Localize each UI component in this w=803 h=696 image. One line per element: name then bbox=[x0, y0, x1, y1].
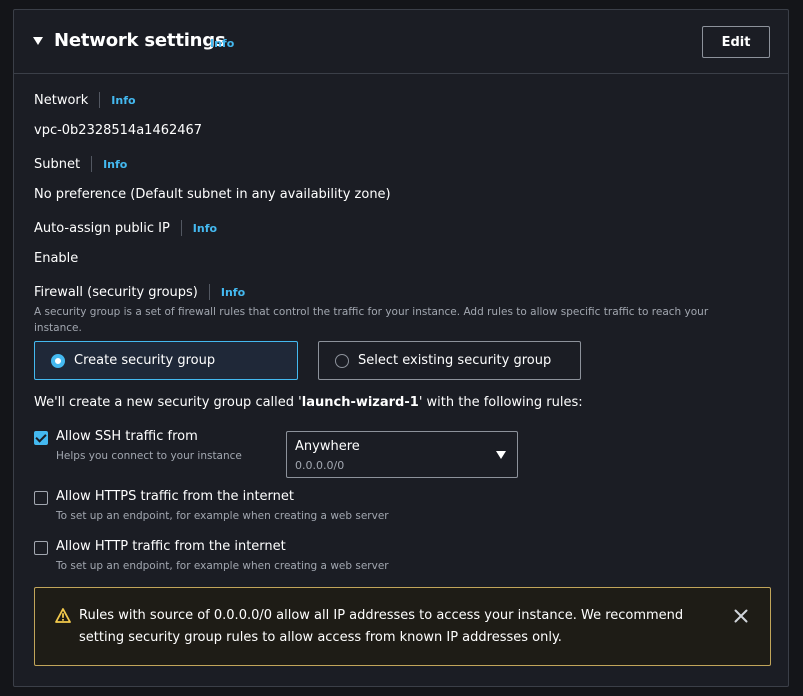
security-group-intro: We'll create a new security group called… bbox=[34, 395, 583, 410]
warning-alert: Rules with source of 0.0.0.0/0 allow all… bbox=[34, 587, 771, 666]
firewall-label-row: Firewall (security groups) Info bbox=[34, 284, 245, 300]
divider bbox=[180, 220, 182, 236]
divider bbox=[99, 92, 101, 108]
collapse-caret-icon[interactable] bbox=[33, 37, 43, 45]
auto-ip-label-row: Auto-assign public IP Info bbox=[34, 220, 217, 236]
firewall-info-link[interactable]: Info bbox=[221, 286, 245, 299]
intro-prefix: We'll create a new security group called… bbox=[34, 395, 302, 410]
warning-icon bbox=[55, 608, 71, 627]
panel-header: Network settings Info Edit bbox=[14, 10, 788, 74]
auto-ip-value: Enable bbox=[34, 251, 79, 266]
https-rule-hint: To set up an endpoint, for example when … bbox=[56, 510, 389, 522]
ssh-source-value: Anywhere bbox=[295, 439, 360, 454]
ssh-source-cidr: 0.0.0.0/0 bbox=[295, 459, 345, 472]
select-existing-security-group-option[interactable]: Select existing security group bbox=[318, 341, 581, 380]
network-settings-panel: Network settings Info Edit Network Info … bbox=[13, 9, 789, 687]
section-title: Network settings bbox=[54, 30, 226, 51]
select-existing-security-group-label: Select existing security group bbox=[358, 353, 552, 368]
https-checkbox[interactable] bbox=[34, 491, 48, 505]
subnet-info-link[interactable]: Info bbox=[103, 158, 127, 171]
http-checkbox[interactable] bbox=[34, 541, 48, 555]
firewall-label: Firewall (security groups) bbox=[34, 284, 198, 300]
dropdown-caret-icon bbox=[496, 451, 506, 459]
ssh-source-select[interactable]: Anywhere 0.0.0.0/0 bbox=[286, 431, 518, 478]
network-info-link[interactable]: Info bbox=[111, 94, 135, 107]
http-rule-hint: To set up an endpoint, for example when … bbox=[56, 560, 389, 572]
create-security-group-label: Create security group bbox=[74, 353, 216, 368]
section-info-link[interactable]: Info bbox=[210, 37, 234, 50]
https-rule-label: Allow HTTPS traffic from the internet bbox=[56, 489, 294, 504]
radio-selected-icon[interactable] bbox=[51, 353, 65, 368]
subnet-label-row: Subnet Info bbox=[34, 156, 127, 172]
network-label-row: Network Info bbox=[34, 92, 136, 108]
subnet-value: No preference (Default subnet in any ava… bbox=[34, 187, 391, 202]
warning-text: Rules with source of 0.0.0.0/0 allow all… bbox=[79, 608, 684, 645]
network-value: vpc-0b2328514a1462467 bbox=[34, 123, 203, 138]
close-icon[interactable] bbox=[734, 608, 748, 627]
http-rule-label: Allow HTTP traffic from the internet bbox=[56, 539, 286, 554]
edit-button[interactable]: Edit bbox=[702, 26, 770, 58]
intro-suffix: ' with the following rules: bbox=[418, 395, 583, 410]
auto-ip-info-link[interactable]: Info bbox=[193, 222, 217, 235]
subnet-label: Subnet bbox=[34, 156, 81, 172]
divider bbox=[208, 284, 210, 300]
network-label: Network bbox=[34, 92, 89, 108]
ssh-checkbox[interactable] bbox=[34, 431, 48, 445]
security-group-name: launch-wizard-1 bbox=[301, 395, 419, 410]
auto-ip-label: Auto-assign public IP bbox=[34, 220, 170, 236]
create-security-group-option[interactable]: Create security group bbox=[34, 341, 298, 380]
divider bbox=[91, 156, 93, 172]
ssh-rule-label: Allow SSH traffic from bbox=[56, 429, 198, 444]
radio-unselected-icon[interactable] bbox=[335, 353, 349, 368]
firewall-description: A security group is a set of firewall ru… bbox=[34, 306, 709, 334]
ssh-rule-hint: Helps you connect to your instance bbox=[56, 450, 242, 462]
